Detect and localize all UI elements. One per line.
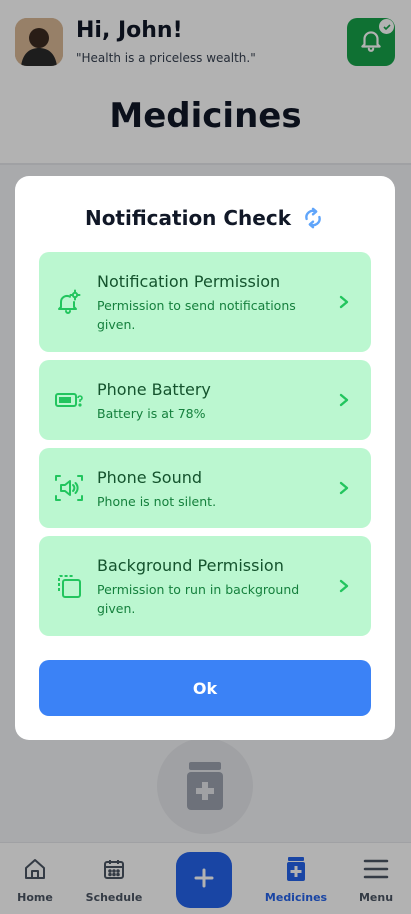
chevron-right-icon [337, 393, 351, 407]
notification-check-dialog: Notification Check Notification Permissi… [15, 176, 395, 740]
dialog-header: Notification Check [15, 206, 395, 230]
dialog-title: Notification Check [84, 206, 292, 230]
chevron-right-icon [337, 579, 351, 593]
battery-icon [55, 386, 83, 414]
chevron-right-icon [337, 481, 351, 495]
bell-gear-icon [55, 288, 83, 316]
check-card-phone-battery[interactable]: Phone Battery Battery is at 78% [39, 360, 371, 440]
refresh-icon[interactable] [301, 206, 325, 230]
check-description: Phone is not silent. [97, 494, 217, 509]
check-title: Notification Permission [97, 272, 281, 291]
check-title: Phone Sound [97, 468, 203, 487]
chevron-right-icon [337, 295, 351, 309]
check-description: Permission to send notifications given. [97, 298, 296, 332]
check-card-notification-permission[interactable]: Notification Permission Permission to se… [39, 252, 371, 352]
ok-button[interactable]: Ok [39, 660, 371, 716]
check-title: Phone Battery [97, 380, 211, 399]
check-description: Battery is at 78% [97, 406, 206, 421]
volume-icon [55, 474, 83, 502]
check-description: Permission to run in background given. [97, 582, 300, 616]
check-title: Background Permission [97, 556, 284, 575]
background-layers-icon [55, 572, 83, 600]
check-card-phone-sound[interactable]: Phone Sound Phone is not silent. [39, 448, 371, 528]
check-card-background-permission[interactable]: Background Permission Permission to run … [39, 536, 371, 636]
